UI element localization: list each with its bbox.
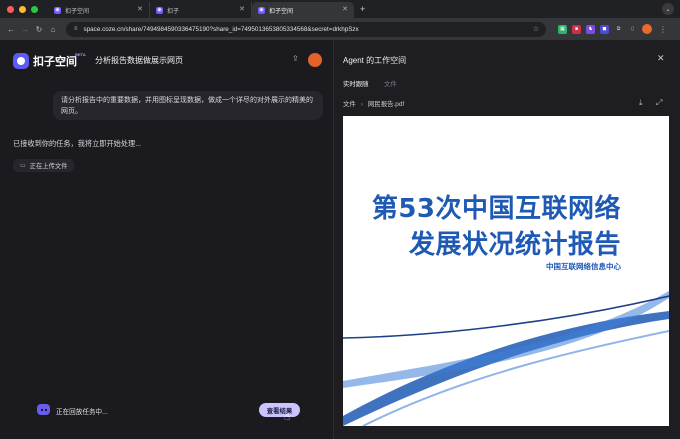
bookmark-star-icon[interactable]: ☆ — [533, 25, 539, 33]
chat-panel: 扣子空间 BETA 分析报告数据做展示网页 ⇪ 请分析报告中的重要数据，并用图标… — [0, 40, 333, 439]
tab-title: 扣子 — [167, 8, 180, 15]
profile-avatar[interactable] — [642, 24, 652, 34]
home-icon[interactable]: ⌂ — [46, 25, 60, 34]
close-workspace-icon[interactable]: ✕ — [657, 53, 665, 64]
user-avatar[interactable] — [308, 53, 322, 67]
zoom-window-button[interactable] — [31, 5, 38, 13]
fullscreen-icon[interactable]: ⤢ — [656, 98, 662, 108]
reload-icon[interactable]: ↻ — [32, 25, 46, 34]
pdf-title-line1: 第53次中国互联网络 — [371, 194, 621, 224]
back-arrow-icon[interactable]: ← — [4, 25, 18, 34]
breadcrumb: 文件 › 网民报告.pdf — [343, 99, 404, 108]
extensions-puzzle-icon[interactable]: ⧉ — [614, 25, 623, 34]
tab-live-follow[interactable]: 实时跟随 — [343, 79, 369, 88]
window-controls — [7, 5, 38, 13]
tab-files[interactable]: 文件 — [384, 79, 397, 88]
tab-title: 扣子空间 — [65, 8, 90, 15]
url-field[interactable]: ≡ space.coze.cn/share/749498459033647519… — [66, 21, 546, 37]
sidebar-toggle-icon[interactable]: ▯ — [628, 25, 637, 34]
chevron-right-icon: › — [360, 101, 363, 108]
browser-tab-3[interactable]: ◉ 扣子空间 ✕ — [252, 2, 354, 18]
tab-search-chevron-icon[interactable]: ⌄ — [662, 3, 674, 15]
browser-tab-2[interactable]: ◉ 扣子 ✕ — [150, 2, 252, 18]
pdf-preview[interactable]: 第53次中国互联网络 发展状况统计报告 中国互联网络信息中心 — [343, 116, 669, 426]
coze-favicon-icon: ◉ — [156, 6, 163, 14]
new-tab-button[interactable]: + — [360, 4, 365, 14]
browser-menu-icon[interactable]: ⋮ — [659, 25, 667, 34]
site-settings-icon[interactable]: ≡ — [74, 26, 78, 32]
minimize-window-button[interactable] — [19, 5, 26, 13]
replay-bot-icon — [37, 404, 50, 415]
browser-tab-1[interactable]: ◉ 扣子空间 ✕ — [48, 2, 150, 18]
upload-status-chip[interactable]: ▭ 正在上传文件 — [13, 159, 75, 172]
coze-favicon-icon: ◉ — [54, 6, 61, 14]
extension-red-icon[interactable]: ■ — [572, 24, 581, 34]
pdf-organization: 中国互联网络信息中心 — [546, 262, 621, 271]
user-message-text: 请分析报告中的重要数据，并用图标呈现数据，做成一个详尽的对外展示的精美的网页。 — [61, 97, 313, 115]
close-window-button[interactable] — [7, 5, 14, 13]
beta-badge: BETA — [75, 52, 86, 57]
hand-cursor-icon: ☝ — [284, 412, 291, 423]
brand-name: 扣子空间 — [33, 56, 77, 68]
browser-tab-bar: ◉ 扣子空间 ✕ ◉ 扣子 ✕ ◉ 扣子空间 ✕ + ⌄ — [0, 0, 680, 18]
address-bar: ← → ↻ ⌂ ≡ space.coze.cn/share/7494984590… — [0, 18, 680, 40]
share-icon[interactable]: ⇪ — [292, 54, 299, 63]
workspace-title: Agent 的工作空间 — [343, 56, 407, 65]
extension-purple-icon[interactable]: ♞ — [586, 24, 595, 34]
extension-game-icon[interactable]: ◼ — [600, 24, 609, 34]
extension-grid-icon[interactable]: ▦ — [558, 24, 567, 34]
user-message-bubble: 请分析报告中的重要数据，并用图标呈现数据，做成一个详尽的对外展示的精美的网页。 — [53, 91, 323, 120]
assistant-status-text: 已接收到你的任务，我将立即开始处理... — [13, 139, 142, 148]
agent-workspace-panel: Agent 的工作空间 ✕ 实时跟随 文件 文件 › 网民报告.pdf ⤓ ⤢ 第5… — [333, 40, 680, 439]
close-tab-icon[interactable]: ✕ — [239, 5, 245, 13]
view-result-button[interactable]: 查看结果 — [259, 403, 300, 417]
coze-space-logo-icon[interactable] — [13, 53, 29, 69]
extensions-toolbar: ▦ ■ ♞ ◼ ⧉ ▯ ⋮ — [558, 24, 667, 34]
close-tab-icon[interactable]: ✕ — [137, 5, 143, 13]
coze-favicon-icon: ◉ — [258, 6, 265, 14]
tab-title: 扣子空间 — [269, 8, 294, 15]
breadcrumb-root[interactable]: 文件 — [343, 101, 356, 108]
url-text: space.coze.cn/share/7494984590336475190?… — [83, 25, 359, 33]
pdf-title-line2: 发展状况统计报告 — [408, 230, 621, 260]
download-icon[interactable]: ⤓ — [639, 98, 643, 108]
folder-icon: ▭ — [20, 163, 26, 169]
forward-arrow-icon[interactable]: → — [18, 25, 32, 34]
close-tab-icon[interactable]: ✕ — [342, 5, 348, 13]
breadcrumb-file: 网民报告.pdf — [367, 101, 405, 108]
chat-title: 分析报告数据做展示网页 — [95, 56, 183, 65]
replay-status-text: 正在回放任务中... — [56, 409, 108, 416]
upload-status-label: 正在上传文件 — [29, 163, 68, 170]
